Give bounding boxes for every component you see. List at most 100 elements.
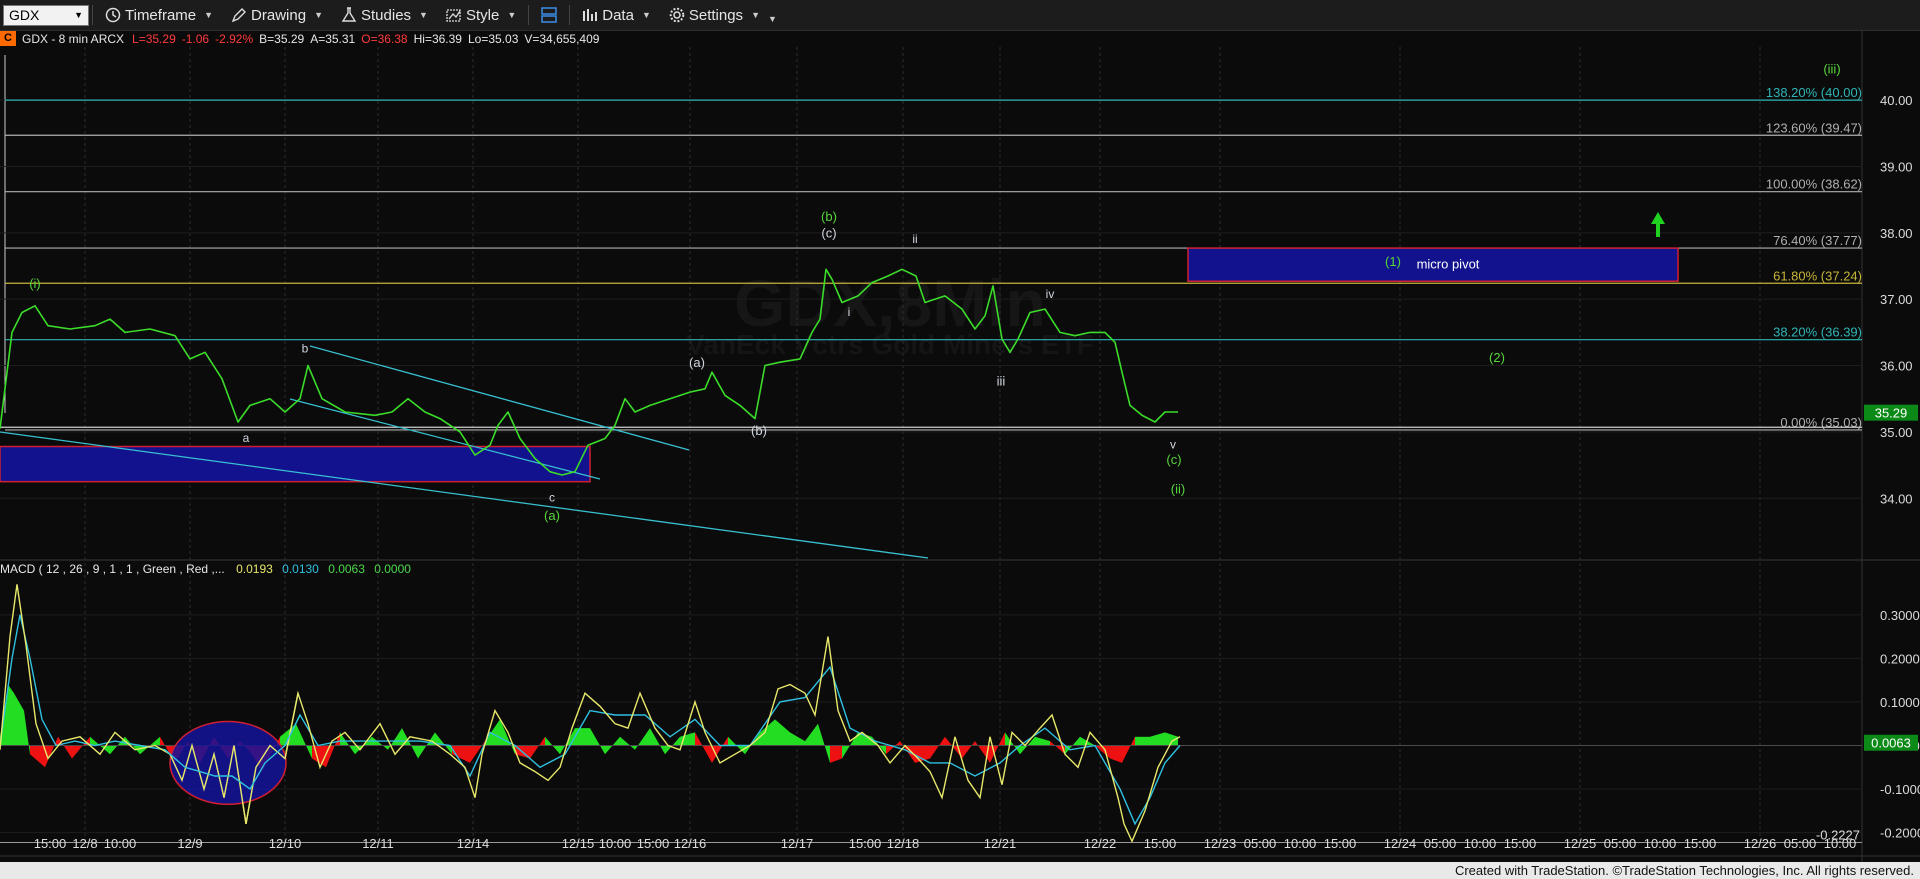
macd-histogram-bar — [590, 728, 605, 755]
wave-label: (2) — [1489, 350, 1505, 365]
layout-button[interactable] — [532, 0, 566, 30]
macd-histogram-bar — [485, 719, 500, 746]
time-tick-label: 15:00 — [1144, 836, 1177, 851]
time-tick-label: 10:00 — [1644, 836, 1677, 851]
wave-label: (b) — [751, 423, 767, 438]
settings-button[interactable]: Settings ▼ ▼ — [660, 0, 786, 30]
time-tick-label: 10:00 — [104, 836, 137, 851]
flask-icon — [341, 7, 357, 22]
macd-legend: MACD ( 12 , 26 , 9 , 1 , 1 , Green , Red… — [0, 562, 411, 576]
data-bars-icon — [583, 9, 598, 21]
macd-histogram-bar — [388, 728, 402, 750]
macd-line — [0, 584, 1181, 844]
channel-upper-line[interactable] — [309, 345, 690, 451]
data-button[interactable]: Data ▼ — [573, 0, 660, 30]
fib-level-label: 123.60% (39.47) — [1766, 120, 1862, 135]
time-tick-label: 12/23 — [1204, 836, 1237, 851]
settings-label: Settings — [688, 6, 744, 24]
macd-histogram-bar — [1150, 732, 1165, 746]
time-tick-label: 15:00 — [849, 836, 882, 851]
wave-label: iv — [1046, 287, 1055, 301]
timeframe-button[interactable]: Timeframe ▼ — [96, 0, 222, 30]
price-axis[interactable]: 40.00 39.00 38.00 37.00 36.00 35.00 34.00 35.29 — [1864, 93, 1918, 506]
symbol-value: GDX — [9, 7, 40, 23]
macd-signal-line — [0, 614, 1181, 826]
wave-label: c — [549, 491, 555, 505]
time-tick-label: 15:00 — [1324, 836, 1357, 851]
wave-label: v — [1170, 438, 1176, 452]
footer-text: Created with TradeStation. ©TradeStation… — [1454, 863, 1914, 878]
caret-down-icon: ▼ — [507, 10, 517, 20]
time-tick-label: 12/22 — [1084, 836, 1117, 851]
macd-histogram-bar — [45, 736, 58, 768]
time-tick-label: 12/16 — [674, 836, 707, 851]
macd-histogram-bar — [1110, 745, 1122, 763]
macd-histogram-bar — [818, 723, 830, 763]
layout-icon — [541, 7, 557, 23]
macd-histogram-bar — [830, 745, 842, 763]
macd-histogram-bar — [1005, 732, 1020, 755]
toolbar-divider — [92, 5, 93, 25]
time-tick-label: 05:00 — [1784, 836, 1817, 851]
histogram-value: 0.0063 — [328, 562, 365, 576]
chart-style-icon — [446, 9, 461, 22]
macd-histogram-bar — [1035, 736, 1050, 746]
macd-histogram-bar — [620, 736, 635, 750]
symbol-input[interactable]: GDX ▼ — [3, 4, 89, 26]
chevron-down-icon[interactable]: ▼ — [74, 10, 83, 20]
macd-histogram-bar — [72, 736, 90, 759]
caret-down-icon: ▼ — [751, 10, 760, 20]
fib-level-label: 100.00% (38.62) — [1766, 177, 1862, 192]
macd-value: 0.0193 — [236, 562, 273, 576]
macd-histogram-bar — [500, 719, 515, 755]
caret-down-icon: ▼ — [419, 10, 428, 20]
fib-level-label: 76.40% (37.77) — [1773, 233, 1862, 248]
macd-last-marker-label: 0.0063 — [1871, 736, 1911, 751]
macd-histogram-bar — [30, 745, 45, 768]
time-axis[interactable]: 15:00 12/8 10:00 12/9 12/10 12/11 12/14 12/15 10… — [34, 836, 1857, 851]
macd-histogram-bar — [452, 745, 470, 763]
price-tick-label: 35.00 — [1880, 425, 1913, 440]
caret-down-icon: ▼ — [641, 10, 651, 20]
macd-histogram-bar — [635, 728, 650, 750]
macd-tick-label: 0.1000 — [1880, 695, 1920, 710]
time-tick-label: 12/24 — [1384, 836, 1417, 851]
price-tick-label: 36.00 — [1880, 359, 1913, 374]
wave-label: i — [848, 305, 851, 319]
toolbar-divider — [528, 5, 530, 25]
macd-histogram-bar — [530, 736, 545, 759]
toolbar-divider — [569, 5, 571, 25]
drawing-button[interactable]: Drawing ▼ — [222, 0, 332, 30]
chart-canvas[interactable]: GDX,8Min VanEck Vctrs Gold Miners ETF 13… — [0, 30, 1920, 862]
time-tick-label: 12/14 — [457, 836, 490, 851]
macd-panel: -0.22270.30000.20000.10000.0000-0.1000-0… — [0, 584, 1920, 844]
macd-histogram-bar — [805, 723, 818, 746]
price-tick-label: 34.00 — [1880, 491, 1913, 506]
watermark-description: VanEck Vctrs Gold Miners ETF — [686, 329, 1094, 360]
gear-icon — [669, 7, 685, 23]
zone-label: micro pivot — [1417, 257, 1480, 272]
time-tick-label: 12/21 — [984, 836, 1017, 851]
fib-level-label: 38.20% (36.39) — [1773, 325, 1862, 340]
style-button[interactable]: Style ▼ — [437, 0, 525, 30]
studies-button[interactable]: Studies ▼ — [332, 0, 437, 30]
signal-value: 0.0130 — [282, 562, 319, 576]
time-tick-label: 12/8 — [72, 836, 97, 851]
price-tick-label: 38.00 — [1880, 226, 1913, 241]
macd-histogram-bar — [962, 741, 975, 759]
time-tick-label: 10:00 — [1284, 836, 1317, 851]
time-tick-label: 15:00 — [637, 836, 670, 851]
wave-label: (c) — [1166, 452, 1181, 467]
macd-histogram-bar — [575, 728, 590, 746]
caret-down-icon: ▼ — [204, 10, 214, 20]
wave-label: b — [302, 341, 309, 355]
last-price-marker-label: 35.29 — [1875, 406, 1908, 421]
wave-label: a — [243, 431, 250, 445]
overflow-caret-icon[interactable]: ▼ — [768, 14, 777, 24]
macd-histogram-bar — [790, 732, 805, 746]
wave-label: (1) — [1385, 254, 1401, 269]
time-tick-label: 15:00 — [1504, 836, 1537, 851]
data-label: Data — [602, 6, 634, 24]
target-zone[interactable] — [0, 445, 591, 483]
macd-histogram-bar — [915, 745, 930, 763]
